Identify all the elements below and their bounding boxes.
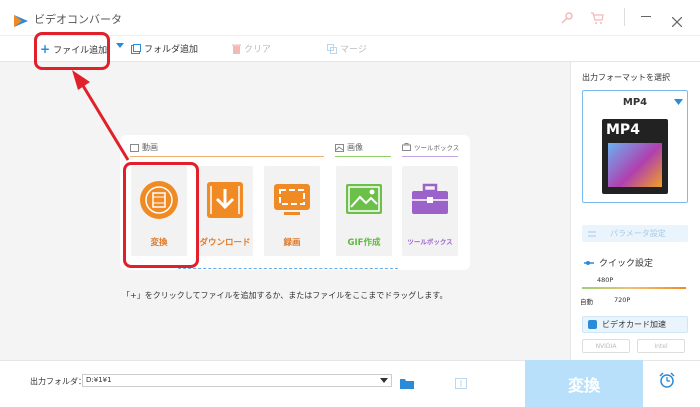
toolbox-icon (412, 183, 448, 214)
alarm-clock-icon[interactable] (659, 372, 675, 392)
output-folder-label: 出力フォルダ： (30, 377, 86, 386)
pointer-arrow (72, 70, 130, 161)
titlebar-divider (624, 8, 625, 26)
section-image-label: 画像 (347, 143, 363, 152)
drop-hint: 「+」をクリックしてファイルを追加するか、またはファイルをここまでドラッグします… (122, 291, 448, 300)
section-video-label: 動画 (142, 143, 158, 152)
close-icon[interactable] (671, 12, 683, 31)
format-name: MP4 (622, 97, 648, 108)
gpu-checkbox-icon (588, 320, 597, 329)
record-tile-label: 録画 (283, 238, 301, 248)
minimize-icon[interactable] (641, 16, 651, 17)
balloon-image (608, 143, 662, 187)
image-section-icon (335, 143, 344, 152)
nvidia-chip[interactable]: NVIDIA (582, 339, 630, 353)
merge-label: マージ (340, 45, 367, 55)
open-folder-icon[interactable] (400, 374, 414, 393)
section-toolbox-line (402, 156, 458, 157)
output-format-title: 出力フォーマットを選択 (582, 73, 670, 82)
slider-label-720p: 720P (614, 296, 631, 304)
toolbox-tile-label: ツールボックス (407, 238, 453, 246)
output-folder-field[interactable]: D:¥1¥1 (82, 374, 392, 387)
section-toolbox: ツールボックス (402, 142, 459, 152)
gif-tile-label: GIF作成 (347, 238, 381, 248)
add-file-dropdown[interactable] (116, 43, 124, 49)
gif-tile[interactable]: GIF作成 (336, 166, 392, 256)
intel-chip[interactable]: Intel (637, 339, 685, 353)
intel-label: Intel (654, 342, 668, 350)
section-image-line (335, 156, 391, 157)
download-tile-label: ダウンロード (199, 238, 251, 248)
cart-icon[interactable] (590, 10, 604, 29)
chevron-down-icon (674, 99, 683, 105)
trash-icon (232, 44, 241, 54)
toolbox-tile[interactable]: ツールボックス (402, 166, 458, 256)
quick-settings-icon (584, 260, 594, 265)
highlight-convert-tile (123, 162, 199, 268)
mp4-thumbnail: MP4 (602, 119, 668, 194)
section-video-line (130, 156, 324, 157)
folder-add-icon (131, 43, 141, 54)
section-image: 画像 (335, 142, 363, 153)
nvidia-label: NVIDIA (595, 342, 617, 350)
chevron-down-icon (380, 378, 388, 383)
screen-record-icon (274, 184, 310, 215)
parameter-settings-label: パラメータ設定 (610, 229, 666, 238)
quick-settings: クイック設定 (584, 256, 653, 269)
toolbox-section-icon (402, 143, 411, 151)
add-folder-button[interactable]: フォルダ追加 (131, 42, 198, 55)
export-folder-icon[interactable] (455, 374, 467, 393)
add-folder-label: フォルダ追加 (144, 45, 199, 55)
quality-slider[interactable] (582, 287, 686, 289)
section-toolbox-label: ツールボックス (414, 144, 460, 152)
window-title: ビデオコンバータ (34, 13, 122, 26)
gif-image-icon (346, 184, 382, 214)
mp4-thumb-text: MP4 (606, 122, 640, 138)
gpu-acceleration-label: ビデオカード加速 (602, 320, 666, 329)
slider-label-auto: 自動 (580, 298, 593, 306)
download-icon (207, 182, 243, 218)
chevron-down-icon (116, 43, 124, 48)
title-bar: ビデオコンバータ (0, 0, 700, 36)
convert-button-label: 変換 (567, 375, 600, 395)
slider-label-480p: 480P (597, 276, 614, 284)
format-selector[interactable]: MP4 MP4 (582, 90, 688, 203)
key-icon[interactable] (560, 10, 574, 29)
gpu-acceleration-button[interactable]: ビデオカード加速 (582, 316, 688, 333)
download-tile[interactable]: ダウンロード (197, 166, 253, 256)
convert-button[interactable]: 変換 (525, 360, 643, 407)
drop-indicator-line (178, 268, 398, 269)
settings-sliders-icon (588, 231, 596, 236)
parameter-settings-button[interactable]: パラメータ設定 (582, 225, 688, 242)
app-logo-icon (14, 12, 28, 31)
merge-button[interactable]: マージ (327, 42, 367, 55)
quick-settings-label: クイック設定 (599, 259, 654, 269)
record-tile[interactable]: 録画 (264, 166, 320, 256)
merge-icon (327, 43, 337, 54)
clear-label: クリア (244, 45, 272, 55)
clear-button[interactable]: クリア (232, 42, 271, 55)
slider-track (582, 287, 686, 289)
output-folder-path: D:¥1¥1 (86, 376, 112, 384)
